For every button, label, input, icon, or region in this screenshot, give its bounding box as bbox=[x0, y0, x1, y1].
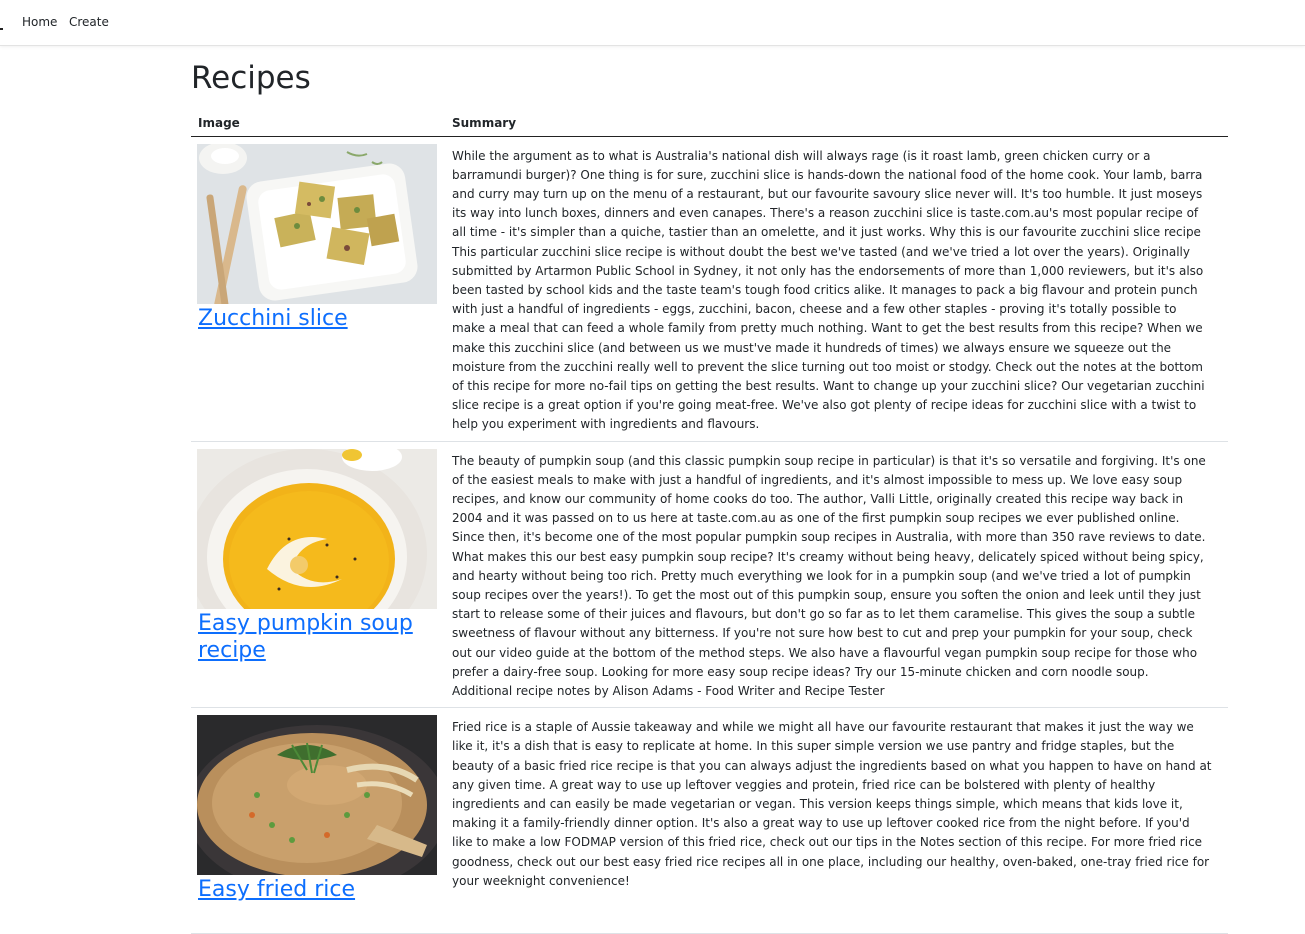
recipe-summary: Fried rice is a staple of Aussie takeawa… bbox=[452, 720, 1212, 888]
recipe-summary: While the argument as to what is Austral… bbox=[452, 148, 1205, 432]
nav-link-home[interactable]: Home bbox=[22, 15, 57, 29]
recipe-summary: The beauty of pumpkin soup (and this cla… bbox=[452, 453, 1206, 698]
recipe-summary-cell: The beauty of pumpkin soup (and this cla… bbox=[445, 441, 1228, 709]
recipes-table: Image Summary Zucchini slice While the a… bbox=[191, 110, 1228, 934]
column-header-summary: Summary bbox=[445, 110, 1228, 137]
zucchini-slice-photo bbox=[197, 143, 437, 304]
table-row: Zucchini slice While the argument as to … bbox=[191, 136, 1228, 442]
brand-link[interactable] bbox=[0, 14, 3, 30]
recipe-image-cell: Easy pumpkin soup recipe bbox=[191, 441, 445, 709]
top-navbar: Home Create bbox=[0, 0, 1305, 46]
table-row: Easy pumpkin soup recipe The beauty of p… bbox=[191, 441, 1228, 709]
recipe-link[interactable]: Zucchini slice bbox=[198, 305, 439, 332]
pumpkin-soup-photo bbox=[197, 448, 437, 609]
table-row: Easy fried rice Fried rice is a staple o… bbox=[191, 707, 1228, 934]
recipe-summary-cell: Fried rice is a staple of Aussie takeawa… bbox=[445, 707, 1228, 934]
page-title: Recipes bbox=[191, 60, 311, 96]
recipe-image-cell: Zucchini slice bbox=[191, 136, 445, 442]
recipe-image-cell: Easy fried rice bbox=[191, 707, 445, 934]
recipe-summary-cell: While the argument as to what is Austral… bbox=[445, 136, 1228, 442]
recipe-link[interactable]: Easy fried rice bbox=[198, 876, 439, 903]
nav-link-create[interactable]: Create bbox=[69, 15, 109, 29]
recipe-link[interactable]: Easy pumpkin soup recipe bbox=[198, 610, 439, 664]
fried-rice-photo bbox=[197, 715, 437, 876]
table-header: Image Summary bbox=[191, 110, 1228, 137]
column-header-image: Image bbox=[191, 110, 445, 137]
